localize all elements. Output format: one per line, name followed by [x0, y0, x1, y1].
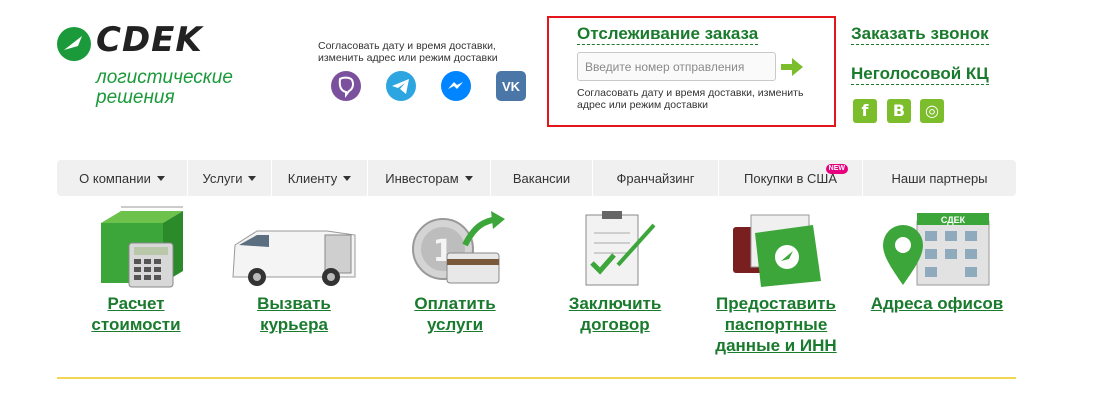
tile-label[interactable]: Расчет стоимости: [72, 293, 200, 335]
tile-call-courier[interactable]: Вызвать курьера: [224, 205, 364, 335]
tile-label-line1: Адреса офисов: [870, 294, 1004, 313]
tracking-note: Согласовать дату и время доставки, измен…: [577, 87, 804, 111]
tile-label[interactable]: Заключить договор: [560, 293, 670, 335]
tile-label-line1: Заключить: [568, 294, 662, 313]
viber-icon[interactable]: [330, 70, 362, 102]
tile-label-line2: договор: [580, 315, 650, 334]
tile-label-line2: стоимости: [91, 315, 181, 334]
passport-folder-icon: [733, 214, 821, 287]
tile-label[interactable]: Адреса офисов: [864, 293, 1010, 314]
tile-label-line1: Оплатить: [414, 294, 496, 313]
svg-text:СДЕК: СДЕК: [941, 215, 966, 225]
logo-tagline-line2: решения: [96, 87, 175, 108]
contract-clipboard-icon: [585, 211, 656, 286]
caret-down-icon: [464, 175, 473, 181]
logo-tagline-line1: логистические: [96, 67, 233, 88]
nav-item-partners[interactable]: Наши партнеры: [863, 160, 1016, 196]
tracking-number-input[interactable]: [577, 52, 776, 81]
logo-tagline: логистические решения: [96, 68, 266, 108]
nav-label: Услуги: [202, 170, 243, 186]
facebook-icon[interactable]: f: [853, 99, 877, 123]
nav-item-services[interactable]: Услуги: [188, 160, 272, 196]
tile-label-line2: услуги: [426, 315, 484, 334]
payment-card-icon: 1: [412, 211, 505, 284]
cdek-logo[interactable]: CDEK логистические решения: [56, 20, 266, 114]
tile-cost-calculation[interactable]: Расчет стоимости: [72, 205, 200, 335]
tile-label-line2: паспортные: [724, 315, 828, 334]
nav-item-clients[interactable]: Клиенту: [272, 160, 368, 196]
bottom-divider: [57, 377, 1016, 379]
vkontakte-icon[interactable]: B: [887, 99, 911, 123]
calculator-box-icon: [101, 206, 183, 288]
caret-down-icon: [343, 175, 352, 181]
tile-label[interactable]: Вызвать курьера: [224, 293, 364, 335]
office-location-icon: СДЕК: [883, 213, 990, 286]
nav-item-vacancies[interactable]: Вакансии: [491, 160, 593, 196]
svg-text:VK: VK: [502, 79, 521, 94]
callback-link[interactable]: Заказать звонок: [851, 24, 989, 45]
nav-label: Покупки в США: [744, 170, 837, 186]
order-tracking-box: Отслеживание заказа Согласовать дату и в…: [547, 16, 836, 127]
nav-label: Инвесторам: [385, 170, 459, 186]
nav-item-usa-shopping[interactable]: Покупки в США NEW: [719, 160, 863, 196]
instagram-icon[interactable]: ◎: [920, 99, 944, 123]
nav-label: Наши партнеры: [891, 170, 988, 186]
tile-label-line2: курьера: [260, 315, 328, 334]
tile-sign-contract[interactable]: Заключить договор: [560, 205, 670, 335]
cdek-logo-icon: [57, 27, 91, 61]
tile-label-line1: Вызвать: [257, 294, 331, 313]
tile-label-line1: Расчет: [107, 294, 165, 313]
nav-label: Франчайзинг: [616, 170, 695, 186]
tile-label[interactable]: Оплатить услуги: [400, 293, 510, 335]
caret-down-icon: [156, 175, 165, 181]
vk-icon[interactable]: VK: [495, 70, 527, 102]
delivery-van-icon: [232, 230, 356, 286]
nav-item-investors[interactable]: Инвесторам: [368, 160, 491, 196]
tile-label-line1: Предоставить: [716, 294, 836, 313]
arrow-right-icon[interactable]: [780, 57, 804, 77]
nav-label: О компании: [79, 170, 151, 186]
tile-label[interactable]: Предоставить паспортные данные и ИНН: [706, 293, 846, 356]
messenger-icon[interactable]: [440, 70, 472, 102]
nav-item-franchising[interactable]: Франчайзинг: [593, 160, 719, 196]
messengers-description: Согласовать дату и время доставки, измен…: [318, 40, 498, 64]
nav-label: Вакансии: [512, 170, 571, 186]
telegram-icon[interactable]: [385, 70, 417, 102]
logo-wordmark: CDEK: [96, 20, 203, 60]
tile-label-line3: данные и ИНН: [715, 336, 837, 355]
nav-label: Клиенту: [287, 170, 338, 186]
new-badge: NEW: [825, 164, 848, 174]
tile-passport-data[interactable]: Предоставить паспортные данные и ИНН: [706, 205, 846, 356]
main-navigation: О компании Услуги Клиенту Инвесторам Вак…: [57, 160, 1016, 196]
non-voice-contact-center-link[interactable]: Неголосовой КЦ: [851, 64, 989, 85]
nav-item-about[interactable]: О компании: [57, 160, 188, 196]
caret-down-icon: [248, 175, 257, 181]
tracking-title[interactable]: Отслеживание заказа: [577, 24, 759, 45]
tile-office-addresses[interactable]: СДЕК Адреса офисов: [864, 205, 1010, 314]
tile-pay-services[interactable]: 1 Оплатить услуги: [400, 205, 510, 335]
